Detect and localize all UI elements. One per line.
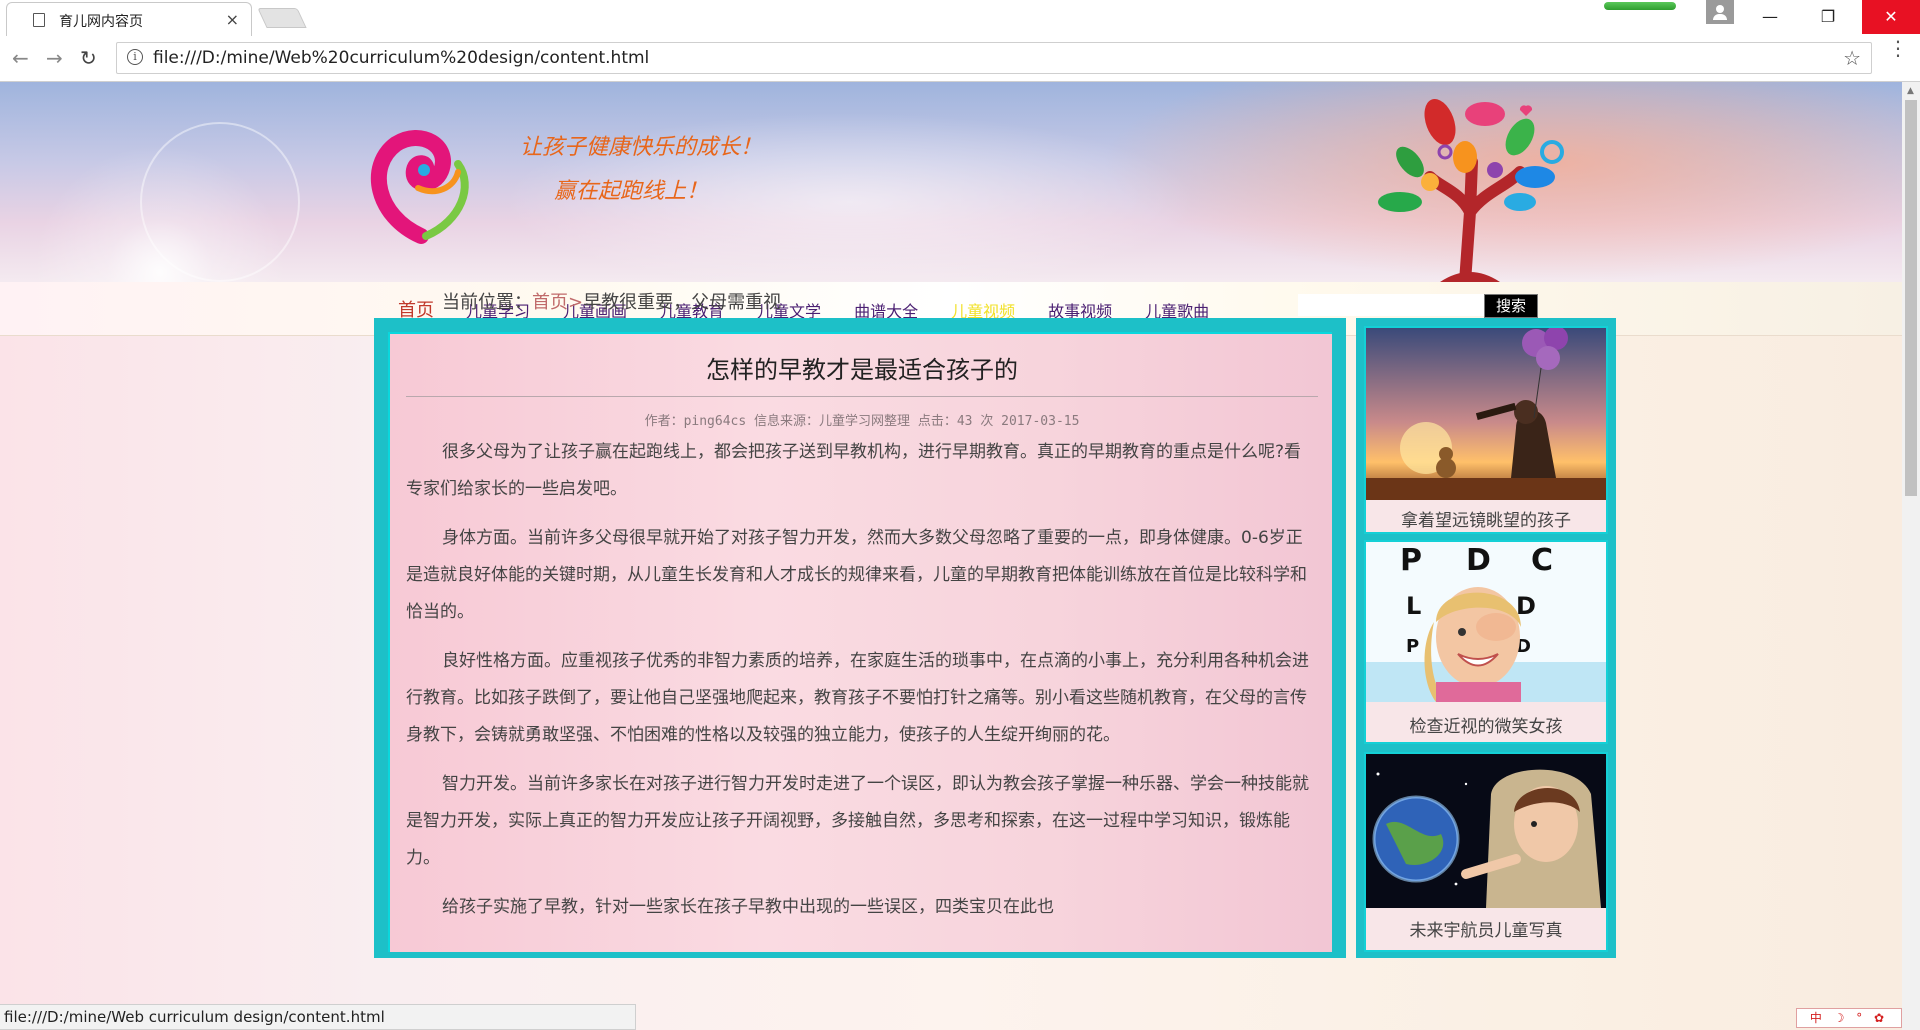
page-icon bbox=[33, 13, 45, 27]
bookmark-star-icon[interactable]: ☆ bbox=[1843, 46, 1861, 70]
breadcrumb-current: 早教很重要，父母需重视 bbox=[583, 292, 782, 313]
article-meta: 作者：ping64cs 信息来源：儿童学习网整理 点击：43 次 2017-03… bbox=[644, 414, 1080, 429]
article-title: 怎样的早教才是最适合孩子的 bbox=[706, 356, 1018, 384]
article-paragraph: 身体方面。当前许多父母很早就开始了对孩子智力开发，然而大多数父母忽略了重要的一点… bbox=[406, 528, 1307, 622]
eye-chart-letter: L bbox=[1406, 592, 1421, 620]
article-paragraph: 智力开发。当前许多家长在对孩子进行智力开发时走进了一个误区，即认为教会孩子掌握一… bbox=[406, 774, 1309, 868]
close-tab-icon[interactable]: × bbox=[226, 10, 239, 29]
info-icon[interactable]: i bbox=[127, 49, 143, 65]
header-banner: 让孩子健康快乐的成长！ 赢在起跑线上！ bbox=[0, 82, 1902, 282]
browser-tab[interactable]: 育儿网内容页 × bbox=[6, 2, 252, 36]
tab-title: 育儿网内容页 bbox=[59, 14, 143, 30]
search-button[interactable]: 搜索 bbox=[1484, 294, 1538, 318]
new-tab-button[interactable] bbox=[257, 8, 307, 28]
ime-toolbar[interactable]: 中 ☽ ° ✿ bbox=[1796, 1008, 1902, 1028]
forward-arrow-icon[interactable]: → bbox=[46, 46, 63, 70]
address-bar[interactable]: i file:///D:/mine/Web%20curriculum%20des… bbox=[116, 42, 1872, 74]
search-input[interactable] bbox=[1298, 294, 1484, 316]
minimize-button[interactable]: — bbox=[1742, 0, 1798, 34]
article: 怎样的早教才是最适合孩子的 作者：ping64cs 信息来源：儿童学习网整理 点… bbox=[388, 332, 1332, 952]
divider bbox=[406, 396, 1318, 397]
breadcrumb-prefix: 当前位置： bbox=[442, 292, 532, 313]
user-icon bbox=[1716, 5, 1724, 13]
eye-chart-letter: P bbox=[1406, 636, 1419, 657]
menu-icon[interactable]: ⋮ bbox=[1888, 38, 1908, 58]
eye-chart-letter: P bbox=[1400, 543, 1422, 578]
article-paragraph: 良好性格方面。应重视孩子优秀的非智力素质的培养，在家庭生活的琐事中，在点滴的小事… bbox=[406, 651, 1309, 745]
address-url[interactable]: file:///D:/mine/Web%20curriculum%20desig… bbox=[153, 48, 649, 68]
telescope-child-image[interactable] bbox=[1366, 328, 1606, 500]
article-body: 很多父母为了让孩子赢在起跑线上，都会把孩子送到早教机构，进行早期教育。真正的早期… bbox=[406, 434, 1318, 938]
scroll-thumb[interactable] bbox=[1905, 100, 1917, 496]
card-caption[interactable]: 拿着望远镜眺望的孩子 bbox=[1366, 506, 1606, 531]
breadcrumb-separator: > bbox=[568, 292, 584, 313]
astronaut-child-image[interactable] bbox=[1366, 754, 1606, 908]
eye-chart-letter: D bbox=[1466, 543, 1491, 578]
eye-chart-letter: C bbox=[1531, 543, 1553, 578]
article-paragraph: 很多父母为了让孩子赢在起跑线上，都会把孩子送到早教机构，进行早期教育。真正的早期… bbox=[406, 442, 1302, 499]
page-scrollbar[interactable]: ▲ bbox=[1902, 82, 1920, 1030]
breadcrumb: 当前位置：首页>早教很重要，父母需重视 bbox=[442, 288, 781, 314]
card-caption[interactable]: 检查近视的微笑女孩 bbox=[1366, 712, 1606, 737]
profile-button[interactable] bbox=[1706, 0, 1734, 24]
status-bar: file:///D:/mine/Web curriculum design/co… bbox=[0, 1004, 636, 1030]
restore-button[interactable]: ❐ bbox=[1800, 0, 1856, 34]
eye-exam-girl-image[interactable]: P D C L D P D bbox=[1366, 542, 1606, 702]
slogan-line-2: 赢在起跑线上！ bbox=[554, 179, 709, 204]
browser-toolbar: ← → ↻ i file:///D:/mine/Web%20curriculum… bbox=[0, 36, 1920, 82]
slogan: 让孩子健康快乐的成长！ 赢在起跑线上！ bbox=[520, 126, 762, 214]
progress-indicator bbox=[1604, 2, 1676, 10]
article-paragraph: 给孩子实施了早教，针对一些家长在孩子早教中出现的一些误区，四类宝贝在此也 bbox=[442, 897, 1054, 917]
slogan-line-1: 让孩子健康快乐的成长！ bbox=[520, 135, 763, 160]
site-logo bbox=[370, 130, 469, 244]
back-arrow-icon[interactable]: ← bbox=[12, 46, 29, 70]
sidebar-card[interactable]: 未来宇航员儿童写真 bbox=[1364, 752, 1608, 952]
sidebar-card[interactable]: P D C L D P D 检查近视的微笑女孩 bbox=[1364, 540, 1608, 744]
close-window-button[interactable]: ✕ bbox=[1862, 0, 1920, 34]
tree-logo bbox=[1378, 98, 1564, 282]
browser-tab-bar: 育儿网内容页 × — ❐ ✕ bbox=[0, 0, 1920, 36]
card-caption[interactable]: 未来宇航员儿童写真 bbox=[1366, 916, 1606, 941]
sidebar-card[interactable]: 拿着望远镜眺望的孩子 bbox=[1364, 326, 1608, 534]
breadcrumb-home-link[interactable]: 首页 bbox=[532, 292, 568, 313]
scroll-up-icon[interactable]: ▲ bbox=[1907, 86, 1914, 96]
reload-icon[interactable]: ↻ bbox=[80, 46, 97, 70]
